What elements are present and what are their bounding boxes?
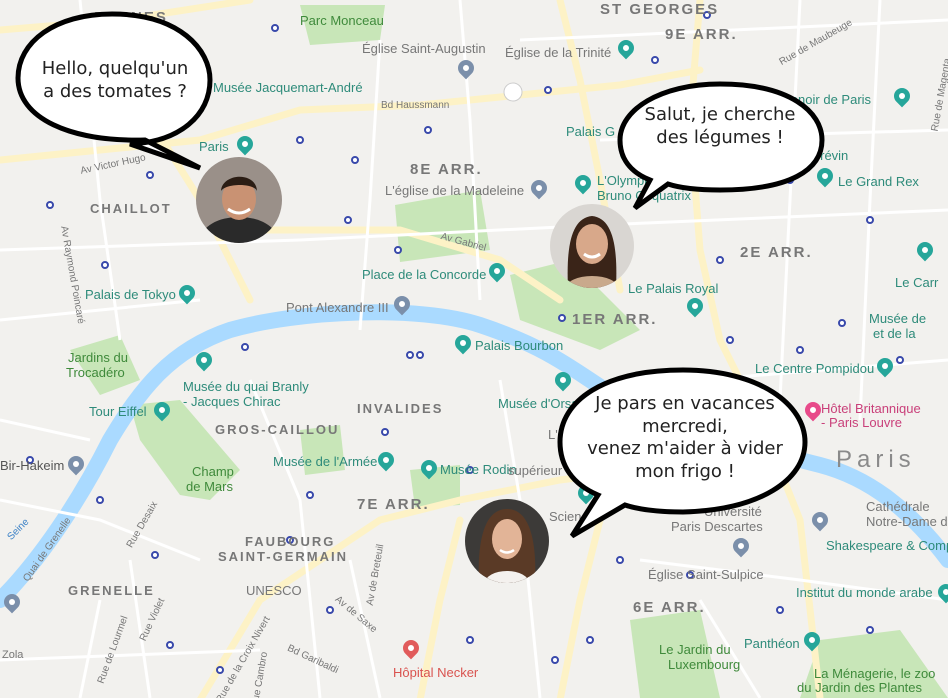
speech-bubble-2-text: Salut, je cherche des légumes !	[644, 104, 796, 148]
avatar-woman-2[interactable]	[465, 499, 549, 583]
avatar-woman-1[interactable]	[550, 204, 634, 288]
speech-bubble-1-text: Hello, quelqu'un a des tomates ?	[41, 58, 189, 102]
avatar-man[interactable]	[196, 157, 282, 243]
speech-bubble-3-text: Je pars en vacances mercredi, venez m'ai…	[587, 393, 783, 482]
map-view[interactable]: TERNES ST GEORGES 9E ARR. 8E ARR. CHAILL…	[0, 0, 948, 698]
